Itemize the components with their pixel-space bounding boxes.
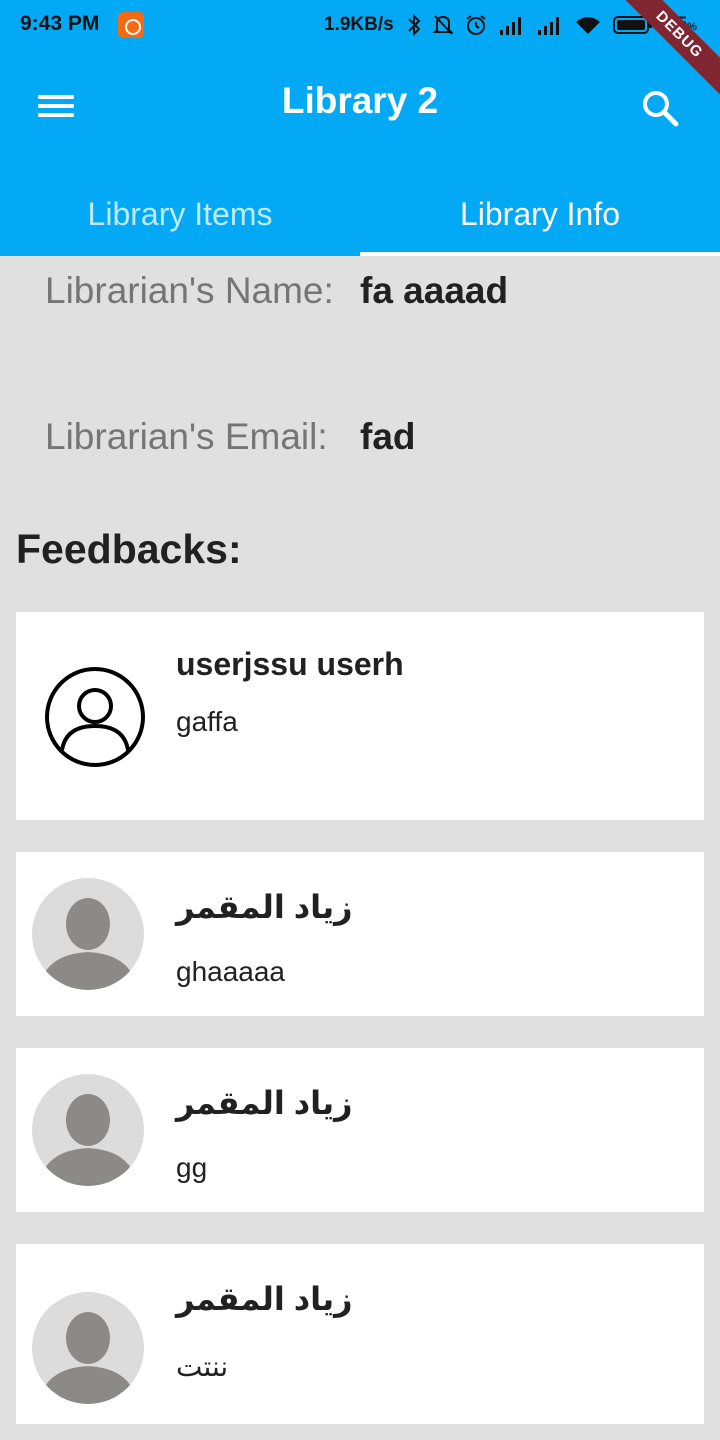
feedback-text: ننتت	[176, 1351, 229, 1382]
feedback-card: زياد المقمر ننتت	[16, 1244, 704, 1424]
feedback-text: gg	[176, 1152, 208, 1183]
tab-bar: Library Items Library Info	[0, 190, 720, 256]
feedbacks-heading: Feedbacks:	[16, 526, 242, 572]
search-icon	[643, 91, 679, 127]
feedback-user-name: زياد المقمر	[176, 1281, 353, 1317]
feedback-card: userjssu userh gaffa	[16, 612, 704, 820]
user-placeholder-icon	[42, 898, 134, 990]
wifi-icon	[576, 17, 600, 34]
avatar	[32, 654, 158, 780]
librarian-email-label: Librarian's Email:	[45, 416, 328, 457]
feedback-card: زياد المقمر ghaaaaa	[16, 852, 704, 1016]
status-bar: 9:43 PM 1.9KB/s 95%	[0, 0, 720, 50]
status-icons	[406, 10, 654, 40]
feedback-card: زياد المقمر gg	[16, 1048, 704, 1212]
user-placeholder-icon	[42, 1094, 134, 1186]
librarian-name-label: Librarian's Name:	[45, 270, 334, 311]
bluetooth-icon	[408, 13, 421, 37]
feedback-text: gaffa	[176, 706, 238, 737]
network-speed: 1.9KB/s	[324, 14, 394, 35]
avatar	[32, 878, 144, 990]
feedback-user-name: userjssu userh	[176, 646, 404, 682]
librarian-email-value: fad	[360, 416, 416, 457]
search-button[interactable]	[636, 84, 684, 132]
tab-label: Library Info	[459, 196, 621, 232]
avatar	[32, 1074, 144, 1186]
user-outline-icon	[45, 667, 145, 767]
feedback-text: ghaaaaa	[176, 956, 286, 987]
tab-indicator	[360, 252, 720, 256]
tab-library-info[interactable]: Library Info	[360, 190, 720, 256]
feedback-user-name: زياد المقمر	[176, 889, 353, 925]
app-bar: Library 2 Library Items Library Info	[0, 50, 720, 256]
tab-label: Library Items	[87, 196, 273, 232]
user-placeholder-icon	[42, 1312, 134, 1404]
status-time: 9:43 PM	[20, 12, 100, 35]
librarian-name-value: fa aaaad	[360, 270, 509, 311]
mute-bell-icon	[432, 15, 454, 35]
mi-app-icon	[118, 12, 144, 38]
signal-icon	[500, 17, 521, 35]
avatar	[32, 1292, 144, 1404]
tab-library-items[interactable]: Library Items	[0, 190, 360, 256]
alarm-icon	[466, 15, 486, 35]
page-title: Library 2	[281, 80, 439, 121]
signal-icon-2	[538, 17, 559, 35]
feedback-user-name: زياد المقمر	[176, 1085, 353, 1121]
